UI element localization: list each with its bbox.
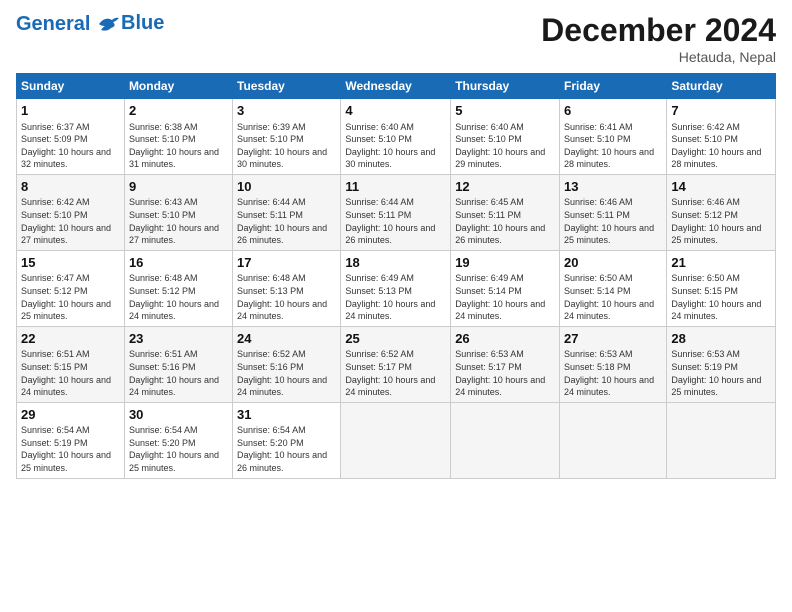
day-31: 31 Sunrise: 6:54 AMSunset: 5:20 PMDaylig… (233, 402, 341, 478)
day-12: 12 Sunrise: 6:45 AMSunset: 5:11 PMDaylig… (451, 174, 560, 250)
day-11: 11 Sunrise: 6:44 AMSunset: 5:11 PMDaylig… (341, 174, 451, 250)
day-20: 20 Sunrise: 6:50 AMSunset: 5:14 PMDaylig… (560, 250, 667, 326)
day-14: 14 Sunrise: 6:46 AMSunset: 5:12 PMDaylig… (667, 174, 776, 250)
day-21: 21 Sunrise: 6:50 AMSunset: 5:15 PMDaylig… (667, 250, 776, 326)
day-28: 28 Sunrise: 6:53 AMSunset: 5:19 PMDaylig… (667, 326, 776, 402)
week-row-4: 22 Sunrise: 6:51 AMSunset: 5:15 PMDaylig… (17, 326, 776, 402)
header-thursday: Thursday (451, 74, 560, 99)
day-empty-3 (560, 402, 667, 478)
week-row-3: 15 Sunrise: 6:47 AMSunset: 5:12 PMDaylig… (17, 250, 776, 326)
day-empty-4 (667, 402, 776, 478)
calendar-header-row: Sunday Monday Tuesday Wednesday Thursday… (17, 74, 776, 99)
location-subtitle: Hetauda, Nepal (541, 49, 776, 65)
day-9: 9 Sunrise: 6:43 AMSunset: 5:10 PMDayligh… (124, 174, 232, 250)
logo-bird-icon (97, 14, 119, 34)
day-3: 3 Sunrise: 6:39 AMSunset: 5:10 PMDayligh… (233, 99, 341, 175)
day-empty-2 (451, 402, 560, 478)
day-19: 19 Sunrise: 6:49 AMSunset: 5:14 PMDaylig… (451, 250, 560, 326)
day-empty-1 (341, 402, 451, 478)
day-4: 4 Sunrise: 6:40 AMSunset: 5:10 PMDayligh… (341, 99, 451, 175)
calendar-table: Sunday Monday Tuesday Wednesday Thursday… (16, 73, 776, 479)
header-monday: Monday (124, 74, 232, 99)
day-17: 17 Sunrise: 6:48 AMSunset: 5:13 PMDaylig… (233, 250, 341, 326)
day-27: 27 Sunrise: 6:53 AMSunset: 5:18 PMDaylig… (560, 326, 667, 402)
day-25: 25 Sunrise: 6:52 AMSunset: 5:17 PMDaylig… (341, 326, 451, 402)
header: General Blue December 2024 Hetauda, Nepa… (16, 12, 776, 65)
week-row-1: 1 Sunrise: 6:37 AMSunset: 5:09 PMDayligh… (17, 99, 776, 175)
day-26: 26 Sunrise: 6:53 AMSunset: 5:17 PMDaylig… (451, 326, 560, 402)
day-2: 2 Sunrise: 6:38 AMSunset: 5:10 PMDayligh… (124, 99, 232, 175)
logo-blue: Blue (121, 12, 164, 35)
day-16: 16 Sunrise: 6:48 AMSunset: 5:12 PMDaylig… (124, 250, 232, 326)
day-30: 30 Sunrise: 6:54 AMSunset: 5:20 PMDaylig… (124, 402, 232, 478)
page-container: General Blue December 2024 Hetauda, Nepa… (0, 0, 792, 487)
month-title: December 2024 (541, 12, 776, 49)
day-7: 7 Sunrise: 6:42 AMSunset: 5:10 PMDayligh… (667, 99, 776, 175)
day-10: 10 Sunrise: 6:44 AMSunset: 5:11 PMDaylig… (233, 174, 341, 250)
day-24: 24 Sunrise: 6:52 AMSunset: 5:16 PMDaylig… (233, 326, 341, 402)
day-6: 6 Sunrise: 6:41 AMSunset: 5:10 PMDayligh… (560, 99, 667, 175)
day-29: 29 Sunrise: 6:54 AMSunset: 5:19 PMDaylig… (17, 402, 125, 478)
title-block: December 2024 Hetauda, Nepal (541, 12, 776, 65)
header-sunday: Sunday (17, 74, 125, 99)
week-row-2: 8 Sunrise: 6:42 AMSunset: 5:10 PMDayligh… (17, 174, 776, 250)
header-saturday: Saturday (667, 74, 776, 99)
header-tuesday: Tuesday (233, 74, 341, 99)
week-row-5: 29 Sunrise: 6:54 AMSunset: 5:19 PMDaylig… (17, 402, 776, 478)
day-13: 13 Sunrise: 6:46 AMSunset: 5:11 PMDaylig… (560, 174, 667, 250)
header-friday: Friday (560, 74, 667, 99)
day-15: 15 Sunrise: 6:47 AMSunset: 5:12 PMDaylig… (17, 250, 125, 326)
day-1: 1 Sunrise: 6:37 AMSunset: 5:09 PMDayligh… (17, 99, 125, 175)
logo-general: General (16, 13, 90, 35)
day-5: 5 Sunrise: 6:40 AMSunset: 5:10 PMDayligh… (451, 99, 560, 175)
day-8: 8 Sunrise: 6:42 AMSunset: 5:10 PMDayligh… (17, 174, 125, 250)
logo: General Blue (16, 12, 164, 35)
day-22: 22 Sunrise: 6:51 AMSunset: 5:15 PMDaylig… (17, 326, 125, 402)
day-23: 23 Sunrise: 6:51 AMSunset: 5:16 PMDaylig… (124, 326, 232, 402)
header-wednesday: Wednesday (341, 74, 451, 99)
day-18: 18 Sunrise: 6:49 AMSunset: 5:13 PMDaylig… (341, 250, 451, 326)
